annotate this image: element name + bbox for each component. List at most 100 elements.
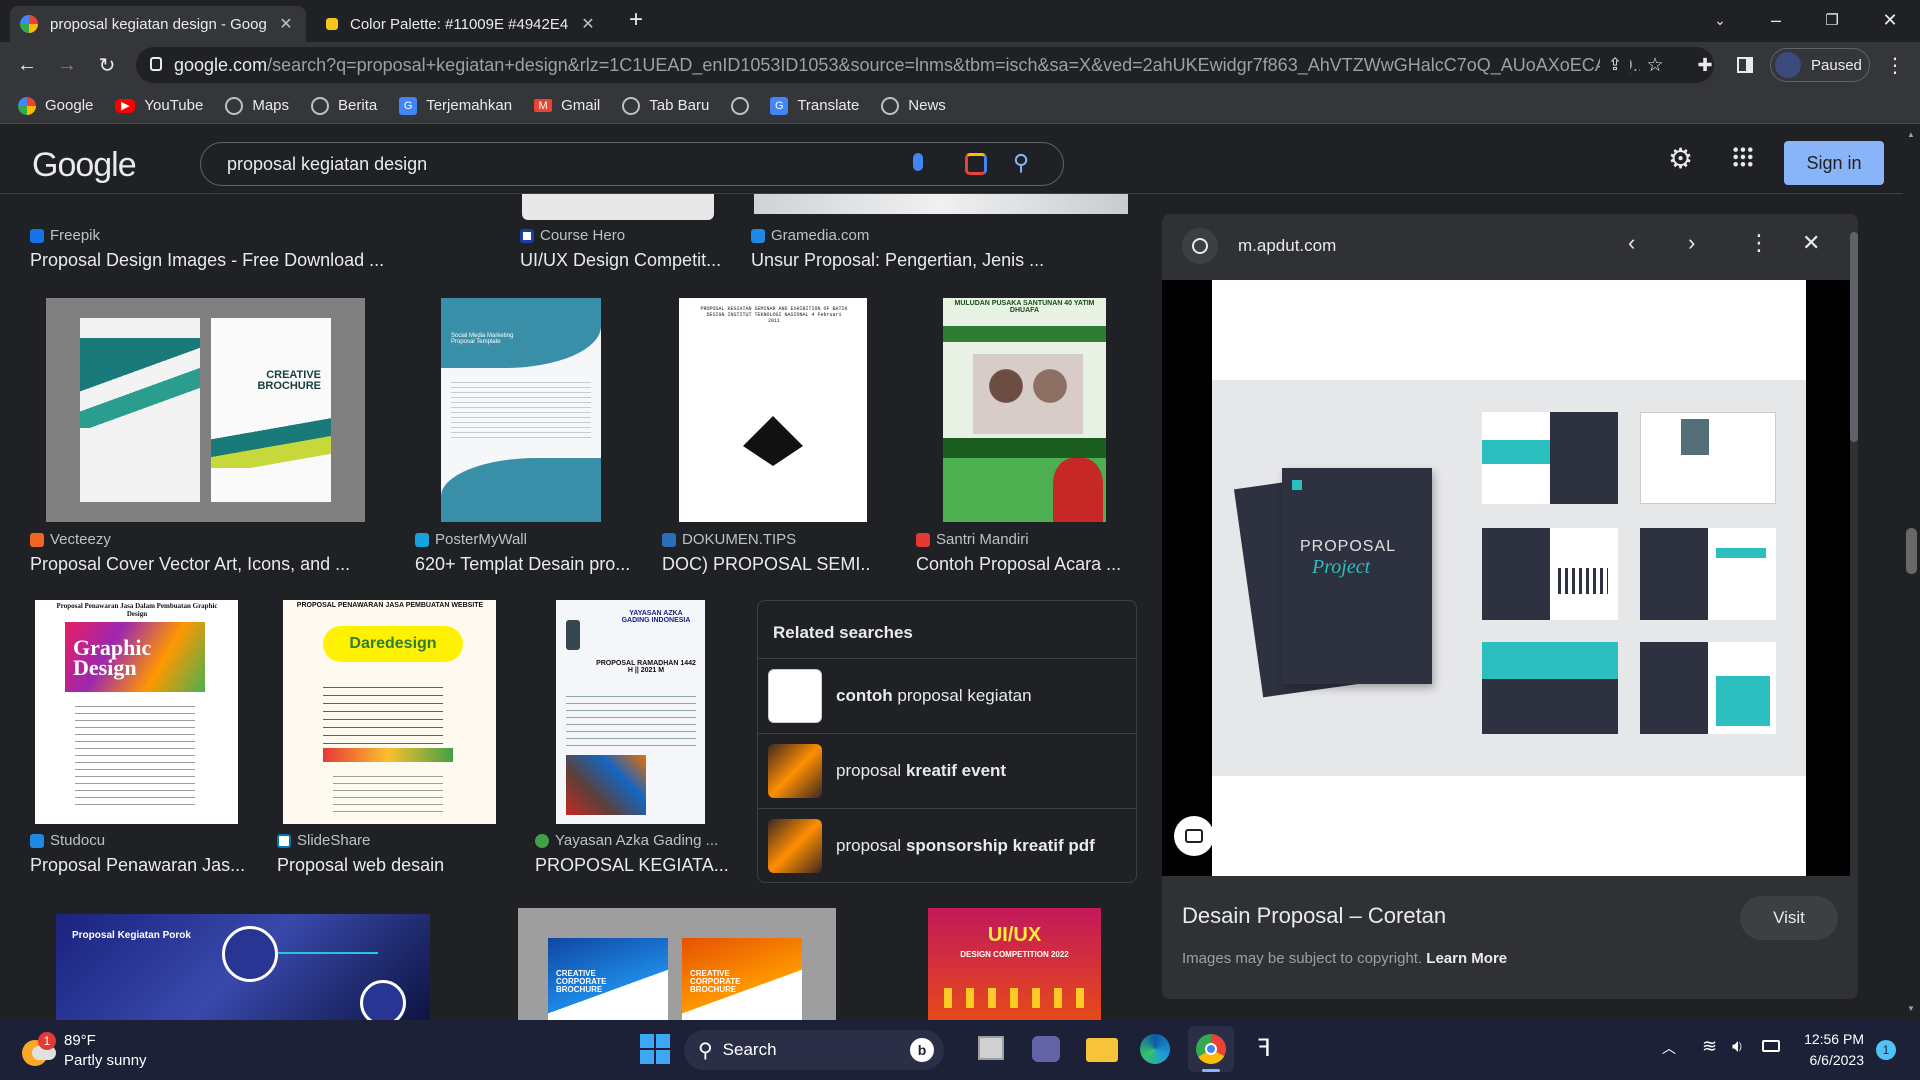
globe-icon (622, 96, 641, 115)
visit-button[interactable]: Visit (1740, 896, 1838, 940)
search-icon[interactable]: ⚲ (1013, 150, 1029, 176)
back-arrow-icon[interactable]: ← (12, 50, 42, 80)
volume-icon[interactable]: 🔉︎ (1732, 1036, 1743, 1057)
close-tab-icon[interactable]: ✕ (276, 14, 296, 34)
bookmark-gmail[interactable]: M Gmail (534, 97, 600, 114)
result-title[interactable]: UI/UX Design Competit... (520, 250, 740, 271)
hidden-icons-chevron-icon[interactable]: ︿ (1662, 1038, 1676, 1058)
panel-scrollbar[interactable] (1850, 214, 1858, 999)
lens-search-icon[interactable] (1174, 816, 1214, 856)
clock-time[interactable]: 12:56 PM (1800, 1031, 1864, 1047)
result-thumbnail[interactable]: Proposal Kegiatan Porok (56, 914, 430, 1020)
weather-sun-icon[interactable]: 1 (22, 1032, 56, 1066)
related-normal: proposal (836, 836, 906, 855)
result-title[interactable]: Proposal web desain (277, 855, 497, 876)
result-source: Vecteezy (50, 531, 111, 548)
side-panel-icon[interactable] (1730, 50, 1760, 80)
preview-image-frame[interactable]: PROPOSAL Project (1162, 280, 1858, 876)
lens-icon[interactable] (965, 153, 987, 175)
vecteezy-favicon-icon (30, 532, 44, 547)
result-thumbnail[interactable]: PROPOSAL KEGIATAN SEMINAR AND EXHIBITION… (679, 298, 867, 522)
bookmark-terjemahkan[interactable]: G Terjemahkan (399, 96, 512, 115)
result-thumbnail[interactable]: Social Media Marketing Proposal Template (441, 298, 601, 522)
scroll-down-icon[interactable]: ▼ (1907, 1004, 1915, 1013)
edge-icon[interactable] (1140, 1034, 1170, 1064)
result-thumbnail[interactable]: CREATIVE BROCHURE (46, 298, 365, 522)
panel-title[interactable]: Desain Proposal – Coretan (1182, 903, 1446, 929)
result-title[interactable]: Proposal Penawaran Jas... (30, 855, 248, 876)
weather-condition[interactable]: Partly sunny (64, 1052, 147, 1069)
minimize-icon[interactable]: – (1756, 4, 1796, 36)
notification-badge[interactable]: 1 (1876, 1040, 1896, 1060)
bookmark-news[interactable]: News (881, 96, 946, 115)
tab-google-search[interactable]: proposal kegiatan design - Goog ✕ (10, 6, 306, 42)
bookmark-tab-baru[interactable]: Tab Baru (622, 96, 709, 115)
chrome-taskbar-button[interactable] (1188, 1026, 1234, 1072)
sign-in-button[interactable]: Sign in (1784, 141, 1884, 185)
tab-color-palette[interactable]: Color Palette: #11009E #4942E4 ✕ (312, 6, 608, 42)
teams-chat-icon[interactable] (1032, 1036, 1060, 1062)
result-thumbnail[interactable]: PROPOSAL PENAWARAN JASA PEMBUATAN WEBSIT… (283, 600, 496, 824)
learn-more-link[interactable]: Learn More (1426, 950, 1507, 967)
bookmark-unnamed[interactable] (731, 96, 758, 115)
restore-icon[interactable]: ❐ (1812, 4, 1852, 36)
google-logo[interactable]: Google (32, 146, 137, 185)
profile-paused-button[interactable]: Paused (1770, 48, 1870, 82)
clock-date[interactable]: 6/6/2023 (1800, 1052, 1865, 1068)
settings-gear-icon[interactable]: ⚙ (1668, 142, 1693, 175)
start-windows-icon[interactable] (640, 1034, 670, 1064)
task-view-icon[interactable] (978, 1036, 1004, 1060)
result-thumbnail[interactable]: MULUDAN PUSAKA SANTUNAN 40 YATIM DHUAFA (943, 298, 1106, 522)
bookmark-star-icon[interactable]: ☆ (1640, 50, 1670, 80)
battery-icon[interactable] (1762, 1040, 1780, 1052)
weather-temperature[interactable]: 89°F (64, 1032, 96, 1049)
related-item[interactable]: proposal kreatif event (758, 733, 1136, 808)
result-title[interactable]: Proposal Cover Vector Art, Icons, and ..… (30, 554, 430, 575)
search-input[interactable]: proposal kegiatan design (227, 154, 427, 175)
reload-icon[interactable]: ↻ (92, 50, 122, 80)
bookmark-translate[interactable]: G Translate (770, 96, 859, 115)
search-box[interactable]: proposal kegiatan design ⚲ (200, 142, 1064, 186)
extensions-icon[interactable]: ✚ (1690, 50, 1720, 80)
panel-site[interactable]: m.apdut.com (1238, 236, 1336, 256)
apps-grid-icon[interactable] (1732, 146, 1754, 168)
result-thumbnail[interactable]: Proposal Penawaran Jasa Dalam Pembuatan … (35, 600, 238, 824)
result-thumbnail[interactable]: CREATIVE CORPORATE BROCHURE CREATIVE COR… (518, 908, 836, 1020)
bookmark-youtube[interactable]: ▶ YouTube (115, 97, 203, 114)
share-icon[interactable]: ⇪ (1600, 50, 1630, 80)
result-title[interactable]: Contoh Proposal Acara ... (916, 554, 1126, 575)
preview-image: PROPOSAL Project (1212, 280, 1806, 876)
previous-chevron-icon[interactable]: ‹ (1628, 230, 1635, 256)
close-tab-icon[interactable]: ✕ (578, 14, 598, 34)
result-title[interactable]: 620+ Templat Desain pro... (415, 554, 640, 575)
result-thumbnail[interactable]: YAYASAN AZKA GADING INDONESIA PROPOSAL R… (556, 600, 705, 824)
figma-icon[interactable]: ꟻ (1254, 1034, 1274, 1064)
more-kebab-icon[interactable]: ⋮ (1748, 230, 1770, 256)
forward-arrow-icon[interactable]: → (52, 50, 82, 80)
close-panel-icon[interactable]: ✕ (1802, 230, 1820, 256)
result-title[interactable]: DOC) PROPOSAL SEMI... (662, 554, 872, 575)
address-bar[interactable]: google.com/search?q=proposal+kegiatan+de… (136, 47, 1714, 83)
wifi-icon[interactable]: ≋ (1702, 1036, 1717, 1057)
next-chevron-icon[interactable]: › (1688, 230, 1695, 256)
file-explorer-icon[interactable] (1086, 1038, 1118, 1062)
related-item[interactable]: contoh proposal kegiatan (758, 658, 1136, 733)
new-tab-icon[interactable]: + (616, 4, 656, 36)
result-title[interactable]: Proposal Design Images - Free Download .… (30, 250, 430, 271)
close-window-icon[interactable]: ✕ (1870, 4, 1910, 36)
tab-search-chevron-icon[interactable]: ⌄ (1700, 4, 1740, 36)
page-scrollbar[interactable]: ▲ ▼ (1903, 124, 1920, 1020)
menu-kebab-icon[interactable]: ⋮ (1880, 50, 1910, 80)
scroll-thumb[interactable] (1906, 528, 1917, 574)
bookmark-berita[interactable]: Berita (311, 96, 377, 115)
scroll-up-icon[interactable]: ▲ (1907, 130, 1915, 139)
result-title[interactable]: PROPOSAL KEGIATA... (535, 855, 730, 876)
result-title[interactable]: Unsur Proposal: Pengertian, Jenis ... (751, 250, 1131, 271)
avatar (1775, 52, 1801, 78)
result-thumbnail[interactable]: UI/UX DESIGN COMPETITION 2022 (928, 908, 1101, 1020)
voice-search-icon[interactable] (913, 153, 923, 171)
related-item[interactable]: proposal sponsorship kreatif pdf (758, 808, 1136, 883)
taskbar-search[interactable]: ⚲ Search b (684, 1030, 944, 1070)
bookmark-maps[interactable]: Maps (225, 96, 289, 115)
bookmark-google[interactable]: Google (18, 96, 93, 115)
